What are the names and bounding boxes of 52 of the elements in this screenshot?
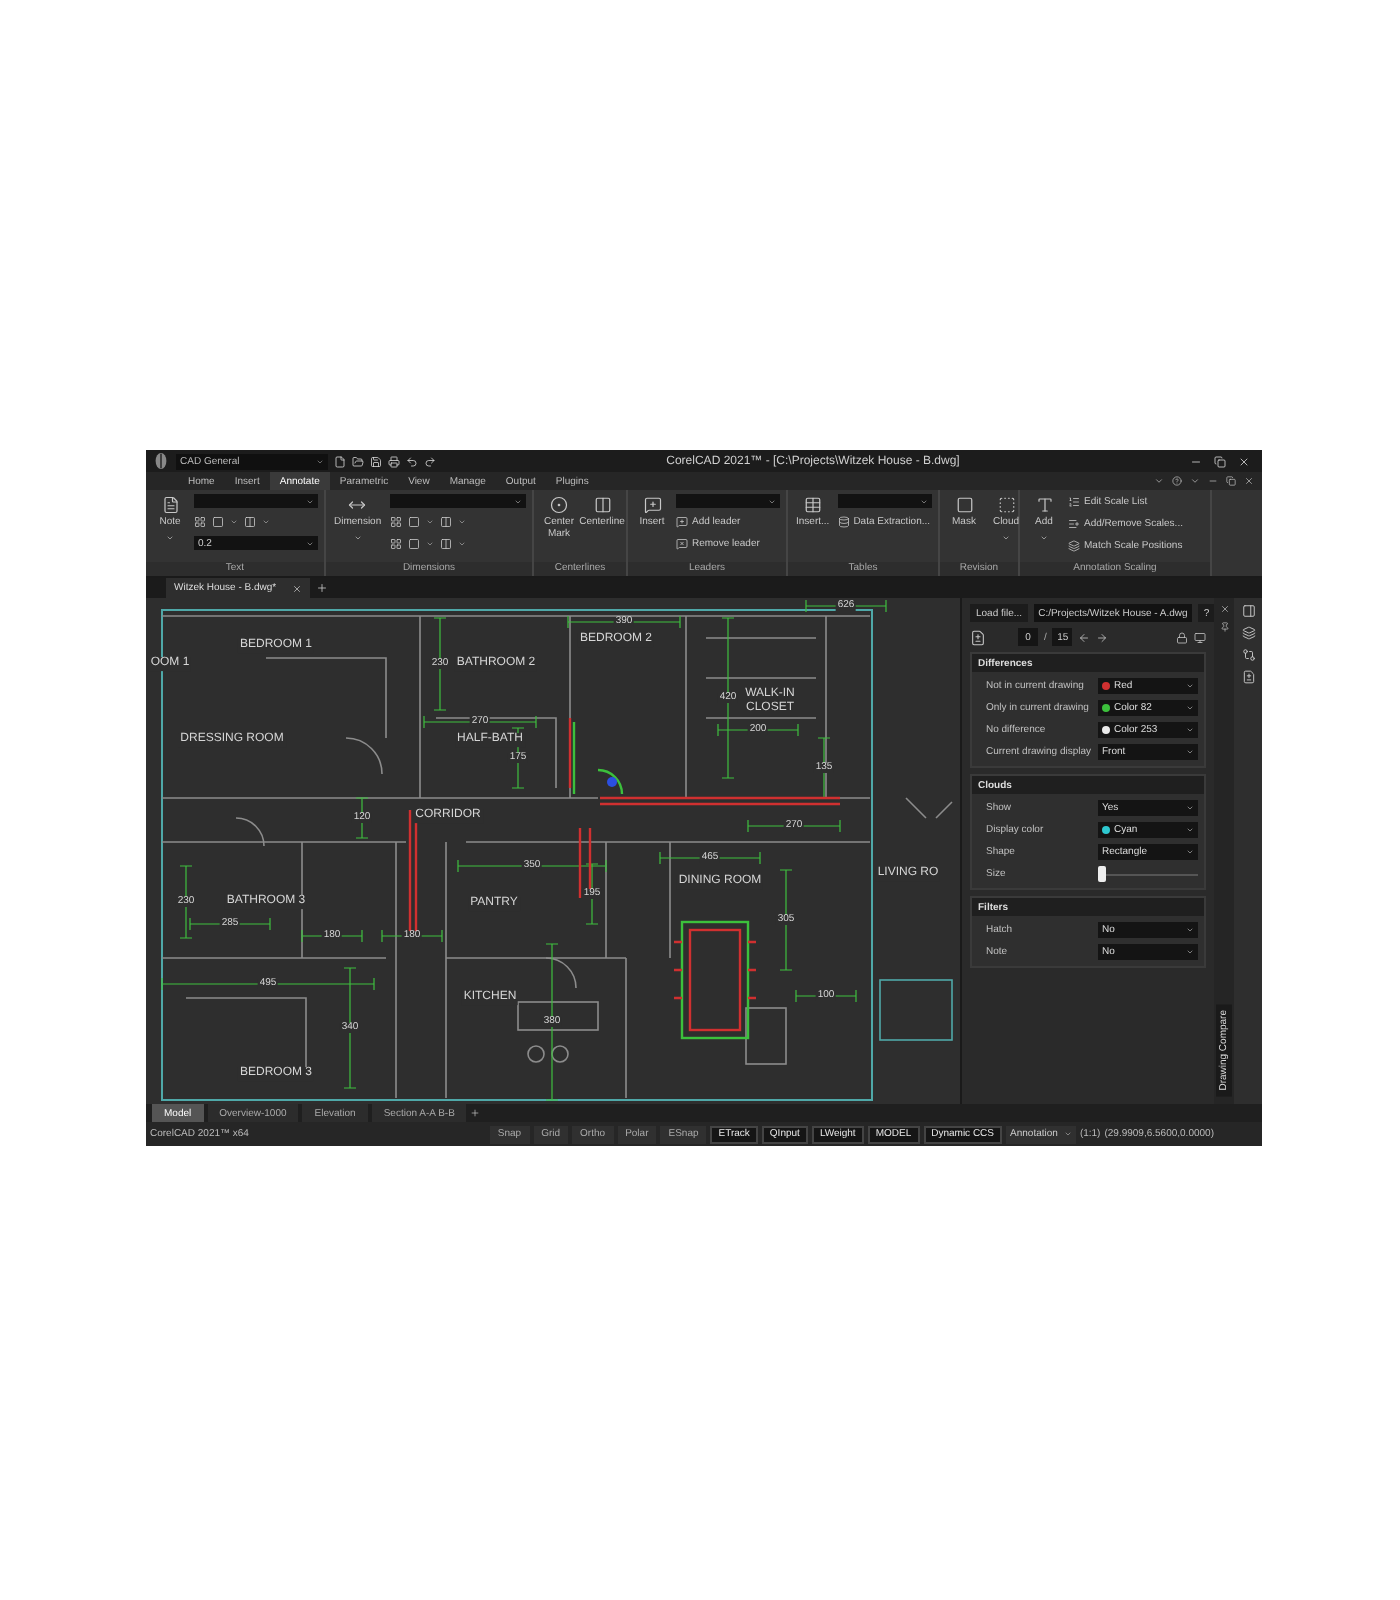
horizontal-arrows-icon <box>348 496 367 514</box>
columns-icon[interactable] <box>439 538 452 550</box>
document-icon <box>161 496 179 514</box>
columns-icon[interactable] <box>244 516 256 528</box>
circle-dot-icon <box>550 496 568 514</box>
folder-icon[interactable] <box>352 455 364 467</box>
add-icon[interactable] <box>470 1108 481 1118</box>
columns-icon <box>593 496 611 514</box>
slider-thumb[interactable] <box>1098 866 1106 882</box>
square-icon <box>955 496 973 514</box>
compare-file-icon[interactable] <box>970 629 986 645</box>
letter-icon <box>1035 496 1053 514</box>
monitor-icon[interactable] <box>1194 631 1206 643</box>
square-icon[interactable] <box>212 516 224 528</box>
caret-icon[interactable] <box>1154 476 1164 486</box>
caret-icon[interactable] <box>1190 476 1200 486</box>
panel-icon[interactable] <box>1241 604 1255 618</box>
lock-icon[interactable] <box>1176 631 1188 643</box>
file-icon[interactable] <box>334 455 346 467</box>
grid-icon[interactable] <box>194 516 206 528</box>
numbered-list-icon <box>1068 496 1080 508</box>
selection-grip[interactable] <box>607 777 617 787</box>
layers-icon[interactable] <box>1241 626 1255 640</box>
size-slider[interactable] <box>1098 866 1198 882</box>
grid-icon[interactable] <box>389 538 402 550</box>
compare-file-icon[interactable] <box>1241 670 1255 684</box>
close-icon[interactable] <box>1238 455 1250 467</box>
pin-icon[interactable] <box>1219 622 1229 632</box>
arrow-left-icon[interactable] <box>1078 631 1091 643</box>
restore-icon[interactable] <box>1226 476 1236 486</box>
columns-icon[interactable] <box>439 516 452 528</box>
restore-icon[interactable] <box>1214 455 1226 467</box>
living-room-furniture-drawing <box>879 979 953 1041</box>
compare-icon[interactable] <box>1241 648 1255 662</box>
add-icon[interactable] <box>316 582 329 594</box>
table-icon <box>803 496 822 514</box>
help-icon[interactable] <box>1172 476 1182 486</box>
redo-icon[interactable] <box>424 455 436 467</box>
speech-bubble-x-icon <box>676 538 688 550</box>
speech-bubble-icon <box>643 496 661 514</box>
grid-icon[interactable] <box>389 516 402 528</box>
layers-icon <box>1068 540 1080 552</box>
dashed-square-icon <box>997 496 1015 514</box>
speech-bubble-plus-icon <box>676 516 688 528</box>
square-icon[interactable] <box>407 516 420 528</box>
arrow-right-icon[interactable] <box>1096 631 1109 643</box>
database-icon <box>837 516 850 528</box>
list-plus-icon <box>1068 518 1080 530</box>
square-icon[interactable] <box>407 538 420 550</box>
save-icon[interactable] <box>370 455 382 467</box>
undo-icon[interactable] <box>406 455 418 467</box>
printer-icon[interactable] <box>388 455 400 467</box>
